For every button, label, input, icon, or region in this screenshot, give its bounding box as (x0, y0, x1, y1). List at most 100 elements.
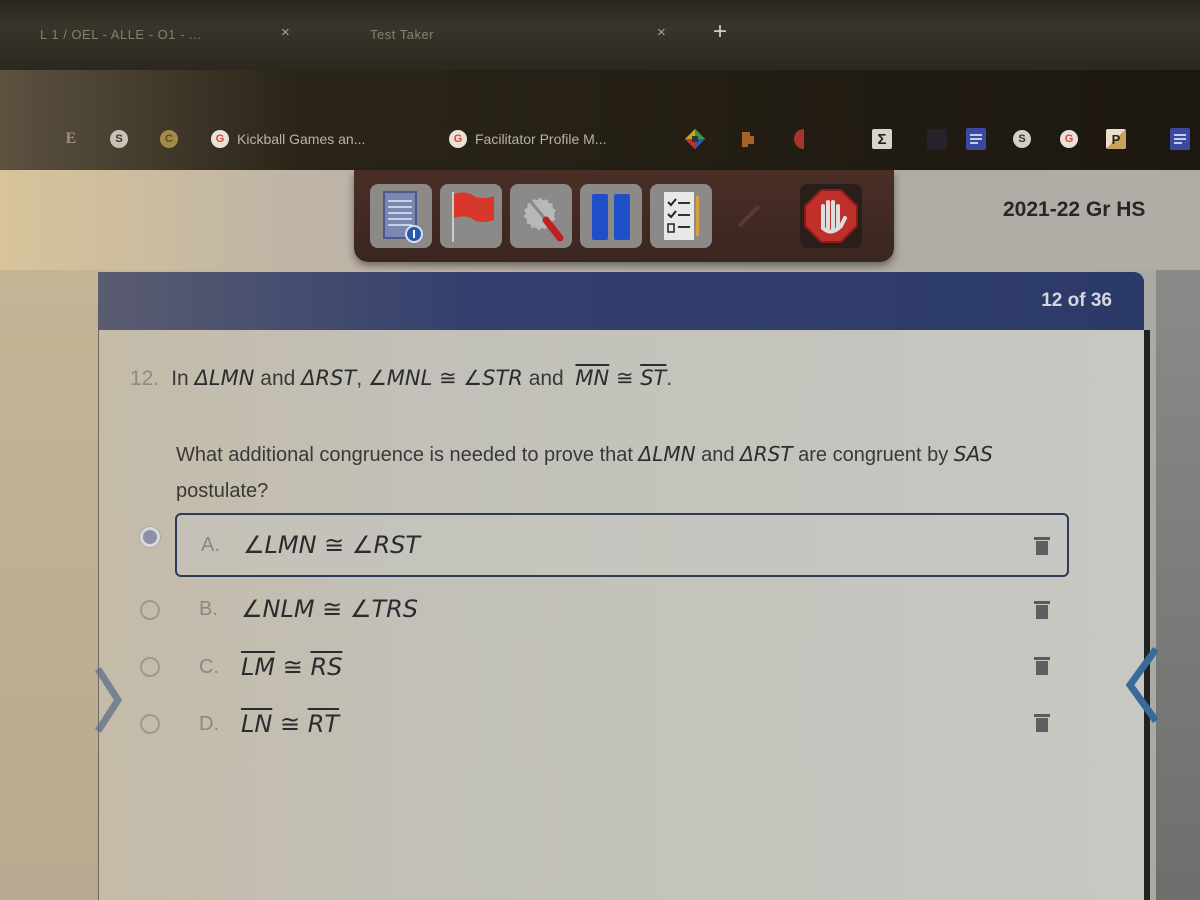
p-icon: P (1106, 129, 1126, 149)
pause-icon (592, 194, 630, 240)
prompt-text: What additional congruence is needed to … (176, 444, 639, 466)
choice-b[interactable]: B. ∠NLM ≅ ∠TRS (175, 577, 1069, 641)
test-toolbar (354, 170, 894, 262)
choice-right: RS (310, 653, 343, 681)
stem-text: and (254, 367, 302, 390)
triangle-rst: ΔRST (740, 442, 793, 466)
congruent-symbol: ≅ (314, 595, 350, 623)
triangle-lmn: ΔLMN (194, 366, 255, 390)
bookmark-facilitator[interactable]: G Facilitator Profile M... (449, 127, 606, 151)
docs-icon (1170, 128, 1190, 150)
choice-left: LN (241, 710, 273, 738)
segment-st: ST (640, 366, 667, 390)
radio-choice-c[interactable] (140, 657, 160, 677)
tab-0[interactable]: L 1 / OEL - ALLE - O1 - ... (40, 22, 201, 46)
gear-screwdriver-icon (522, 195, 564, 242)
right-margin (1156, 270, 1200, 900)
choice-letter: C. (199, 655, 219, 678)
ext-docs[interactable] (966, 127, 986, 151)
choice-d[interactable]: D. LN ≅ RT (175, 692, 1069, 756)
bookmark-label: Kickball Games an... (237, 131, 366, 147)
ext-color-diamond[interactable] (684, 127, 706, 151)
choice-letter: D. (199, 712, 219, 735)
document-info-icon (383, 191, 423, 243)
prompt-text: are congruent by (792, 444, 954, 466)
ext-puzzle[interactable] (739, 127, 755, 151)
stem-text: . (666, 367, 673, 390)
radio-choice-b[interactable] (140, 600, 160, 620)
stop-hand-icon (804, 189, 858, 243)
c-circle-icon: C (160, 130, 178, 148)
prompt-text: and (695, 444, 741, 466)
choice-c[interactable]: C. LM ≅ RS (175, 635, 1069, 699)
google-icon: G (449, 130, 467, 148)
tools-button[interactable] (510, 184, 572, 248)
test-info-button[interactable] (370, 184, 432, 248)
bookmark-kickball[interactable]: G Kickball Games an... (211, 127, 365, 151)
docs-icon (966, 128, 986, 150)
red-half-circle-icon (794, 129, 804, 149)
angle-congruence: ∠MNL ≅ ∠STR (367, 366, 523, 390)
radio-choice-d[interactable] (140, 714, 160, 734)
choice-left: ∠LMN (243, 531, 317, 559)
choice-right: ∠RST (351, 531, 421, 559)
congruent-symbol: ≅ (609, 366, 641, 390)
choice-left: LM (241, 653, 276, 681)
flag-icon (452, 192, 494, 242)
tab-close-icon[interactable]: × (281, 24, 290, 41)
choice-letter: B. (199, 597, 218, 620)
congruent-symbol: ≅ (275, 653, 311, 681)
radio-choice-a[interactable] (140, 527, 160, 547)
stop-button[interactable] (800, 184, 862, 248)
ext-circle-arrow[interactable]: S (1013, 127, 1039, 151)
new-tab-button[interactable]: + (713, 18, 727, 46)
next-question-arrow[interactable] (1124, 645, 1158, 725)
bookmark-label: Facilitator Profile M... (475, 131, 607, 147)
tab-title: L 1 / OEL - ALLE - O1 - ... (40, 26, 202, 42)
blue-square-icon (927, 129, 947, 149)
color-diamond-icon (685, 129, 705, 149)
choice-left: ∠NLM (241, 595, 315, 623)
previous-question-arrow[interactable] (92, 665, 122, 735)
bookmark-extension[interactable]: E (62, 127, 88, 151)
congruent-symbol: ≅ (316, 531, 352, 559)
question-number: 12. (130, 367, 160, 390)
strike-out-icon[interactable] (1034, 657, 1050, 675)
pause-button[interactable] (580, 184, 642, 248)
tab-title: Test Taker (370, 26, 435, 42)
strike-out-icon[interactable] (1034, 714, 1050, 732)
flag-button[interactable] (440, 184, 502, 248)
question-stem: 12. In ΔLMN and ΔRST, ∠MNL ≅ ∠STR and MN … (130, 366, 672, 391)
ext-docs-2[interactable] (1170, 127, 1190, 151)
choice-a[interactable]: A. ∠LMN ≅ ∠RST (175, 513, 1069, 577)
tab-1[interactable]: Test Taker (370, 22, 434, 46)
course-title: 2021-22 Gr HS (1003, 198, 1146, 221)
checklist-icon (664, 192, 699, 240)
google-icon: G (1060, 130, 1078, 148)
review-button[interactable] (650, 184, 712, 248)
ext-red-circle[interactable] (792, 127, 806, 151)
choice-expression: ∠LMN ≅ ∠RST (243, 531, 420, 559)
ext-google[interactable]: G (1060, 127, 1086, 151)
congruent-symbol: ≅ (272, 710, 308, 738)
left-margin (0, 270, 98, 900)
circle-arrow-icon: S (110, 130, 128, 148)
ext-blue-square[interactable] (927, 127, 955, 151)
ext-sigma[interactable]: Σ (872, 127, 900, 151)
segment-mn: MN (575, 366, 610, 390)
choice-expression: LM ≅ RS (241, 653, 342, 681)
choice-right: ∠TRS (349, 595, 419, 623)
strike-out-icon[interactable] (1034, 601, 1050, 619)
choice-expression: ∠NLM ≅ ∠TRS (241, 595, 418, 623)
extension-icon: E (65, 130, 77, 147)
tab-close-icon[interactable]: × (657, 24, 666, 41)
bookmark-circle-arrow[interactable]: S (110, 127, 136, 151)
ext-p[interactable]: P (1106, 127, 1134, 151)
question-counter: 12 of 36 (1041, 290, 1112, 311)
bookmark-c[interactable]: C (160, 127, 186, 151)
triangle-rst: ΔRST (301, 366, 357, 390)
choice-right: RT (307, 710, 340, 738)
triangle-lmn: ΔLMN (638, 442, 696, 466)
bookmarks-bar: E S C G Kickball Games an... G Facilitat… (0, 70, 1200, 170)
strike-out-icon[interactable] (1034, 537, 1050, 555)
